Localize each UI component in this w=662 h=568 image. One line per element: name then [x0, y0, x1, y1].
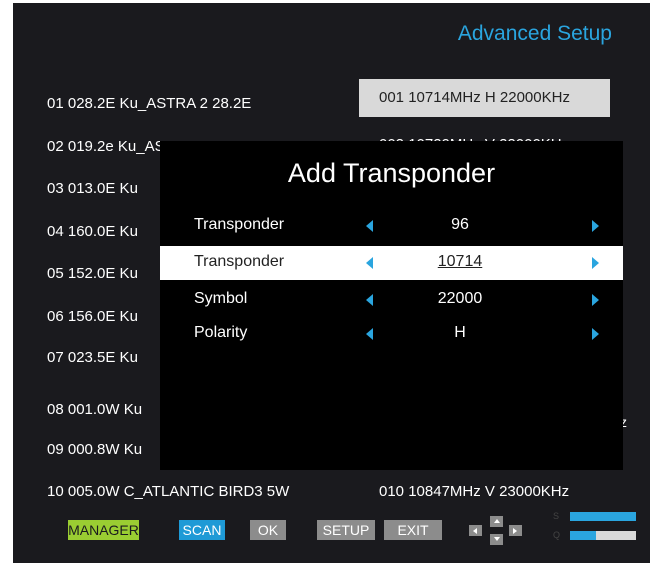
satellite-list-item[interactable]: 04 160.0E Ku: [47, 223, 138, 240]
dialog-title: Add Transponder: [287, 158, 496, 188]
scan-button[interactable]: SCAN: [179, 520, 225, 540]
arrow-down-icon: [490, 534, 503, 545]
row-label: Polarity: [194, 324, 248, 341]
dialog-row-symbol[interactable]: Symbol 22000: [160, 283, 623, 317]
arrow-right-icon[interactable]: [592, 257, 599, 269]
arrow-right-icon: [509, 525, 522, 536]
row-value: 96: [451, 216, 469, 233]
manager-button[interactable]: MANAGER: [68, 520, 139, 540]
satellite-list-item[interactable]: 05 152.0E Ku: [47, 265, 138, 282]
transponder-label: 001 10714MHz H 22000KHz: [379, 89, 570, 106]
satellite-list-item[interactable]: 09 000.8W Ku: [47, 441, 142, 458]
ok-button[interactable]: OK: [250, 520, 286, 540]
dialog-row-transponder-index[interactable]: Transponder 96: [160, 209, 623, 243]
signal-quality-label: Q: [553, 530, 561, 540]
satellite-list-item[interactable]: 10 005.0W C_ATLANTIC BIRD3 5W: [47, 483, 289, 500]
signal-quality-fill: [570, 531, 597, 540]
add-transponder-dialog: Add Transponder Transponder 96 Transpond…: [160, 141, 623, 470]
page-title: Advanced Setup: [457, 22, 612, 45]
satellite-list-item[interactable]: 01 028.2E Ku_ASTRA 2 28.2E: [47, 95, 251, 112]
arrow-left-icon[interactable]: [366, 328, 373, 340]
satellite-list-item[interactable]: 07 023.5E Ku: [47, 349, 138, 366]
dialog-row-transponder-frequency[interactable]: Transponder 10714: [160, 246, 623, 280]
transponder-list-item[interactable]: 010 10847MHz V 23000KHz: [379, 483, 569, 500]
frequency-input[interactable]: 10714: [380, 253, 540, 271]
arrow-right-icon[interactable]: [592, 294, 599, 306]
arrow-left-icon[interactable]: [366, 257, 373, 269]
signal-strength-fill: [570, 512, 636, 521]
arrow-right-icon[interactable]: [592, 220, 599, 232]
navigation-keys-icon: [469, 516, 523, 546]
row-label: Transponder: [194, 216, 285, 233]
row-value: 22000: [437, 290, 483, 307]
dialog-row-polarity[interactable]: Polarity H: [160, 317, 623, 351]
arrow-left-icon[interactable]: [366, 220, 373, 232]
row-value: H: [454, 324, 466, 341]
row-label: Transponder: [194, 253, 285, 270]
setup-button[interactable]: SETUP: [317, 520, 375, 540]
arrow-up-icon: [490, 516, 503, 527]
transponder-list-item-selected[interactable]: 001 10714MHz H 22000KHz: [359, 79, 610, 117]
exit-button[interactable]: EXIT: [384, 520, 442, 540]
signal-strength-bar: [570, 512, 636, 521]
satellite-list-item[interactable]: 08 001.0W Ku: [47, 401, 142, 418]
row-label: Symbol: [194, 290, 248, 307]
tv-screen: Advanced Setup 01 028.2E Ku_ASTRA 2 28.2…: [13, 3, 650, 563]
satellite-list-item[interactable]: 06 156.0E Ku: [47, 308, 138, 325]
signal-quality-bar: [570, 531, 636, 540]
satellite-list-item[interactable]: 03 013.0E Ku: [47, 180, 138, 197]
signal-strength-label: S: [553, 511, 560, 521]
arrow-left-icon: [469, 525, 482, 536]
arrow-right-icon[interactable]: [592, 328, 599, 340]
arrow-left-icon[interactable]: [366, 294, 373, 306]
